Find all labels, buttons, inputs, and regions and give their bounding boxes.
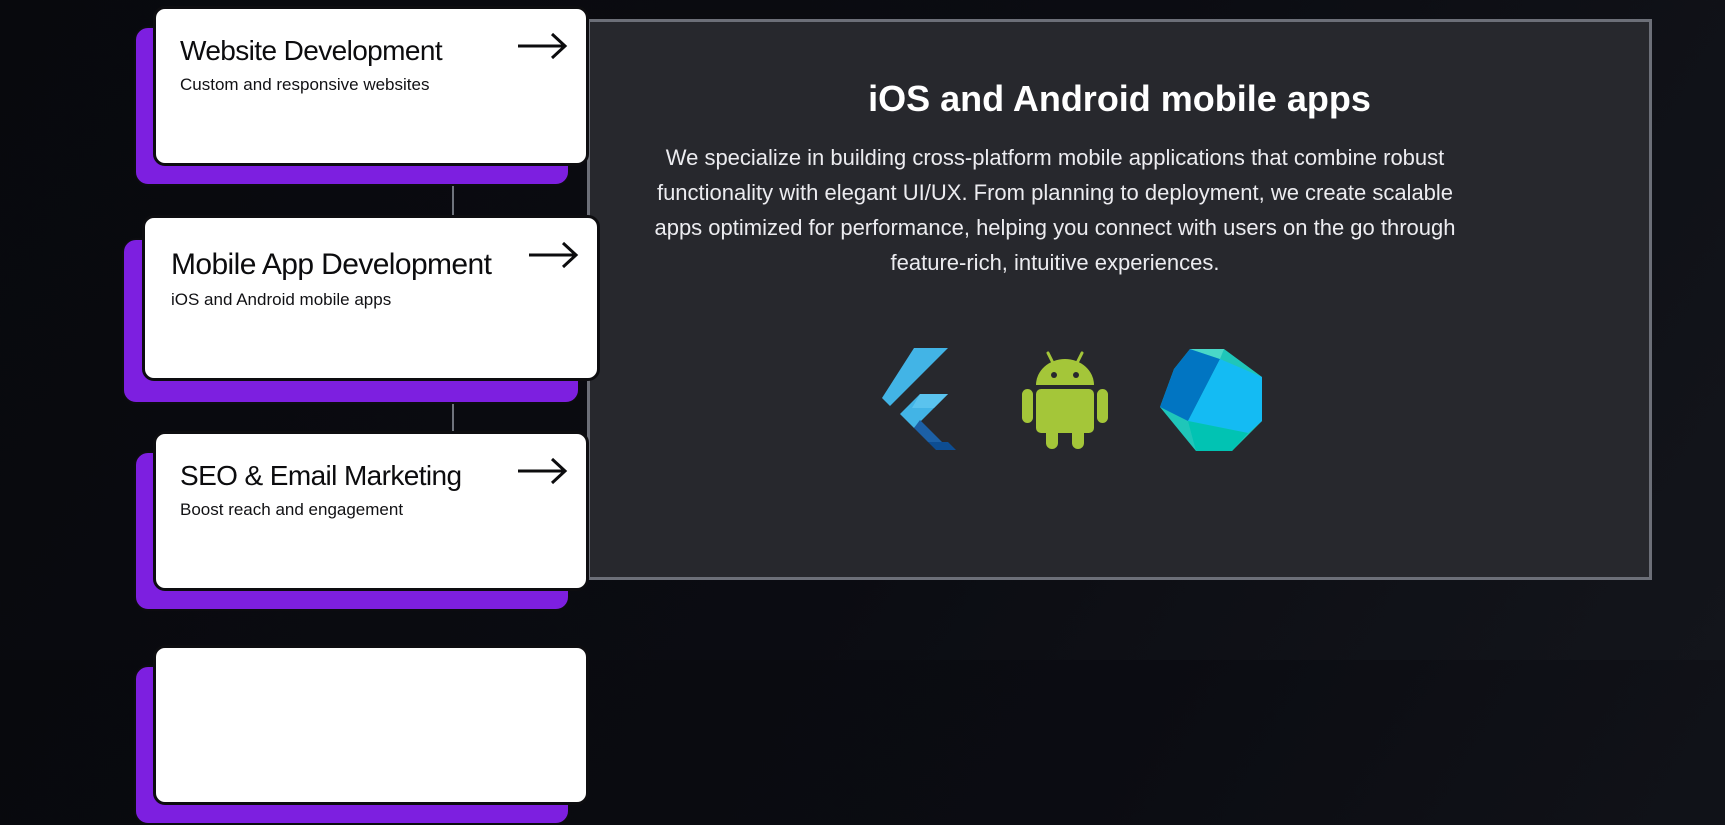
service-card-face[interactable] [153,645,589,805]
detail-title: iOS and Android mobile apps [868,78,1371,119]
android-logo-icon [1022,349,1108,454]
service-card-subtitle: iOS and Android mobile apps [171,290,392,309]
service-card-face[interactable]: Mobile App Development iOS and Android m… [142,215,600,381]
service-card-face[interactable]: SEO & Email Marketing Boost reach and en… [153,431,589,591]
detail-description: We specialize in building cross-platform… [654,145,1456,275]
service-card-mobile-app-development[interactable]: Mobile App Development iOS and Android m… [122,215,600,404]
service-card-subtitle: Custom and responsive websites [180,75,430,94]
arrow-right-icon[interactable] [516,31,568,61]
service-card-partial[interactable] [134,645,589,825]
service-card-title: Website Development [180,35,443,66]
service-card-seo-email-marketing[interactable]: SEO & Email Marketing Boost reach and en… [134,431,589,611]
service-card-face[interactable]: Website Development Custom and responsiv… [153,6,589,166]
flutter-logo-icon [882,348,964,455]
dart-logo-icon [1160,349,1262,456]
service-detail-panel: iOS and Android mobile apps We specializ… [587,19,1652,580]
arrow-right-icon[interactable] [527,240,579,270]
service-card-subtitle: Boost reach and engagement [180,500,404,519]
service-card-website-development[interactable]: Website Development Custom and responsiv… [134,6,589,186]
service-card-title: Mobile App Development [171,248,492,281]
service-card-title: SEO & Email Marketing [180,460,462,491]
arrow-right-icon[interactable] [516,456,568,486]
